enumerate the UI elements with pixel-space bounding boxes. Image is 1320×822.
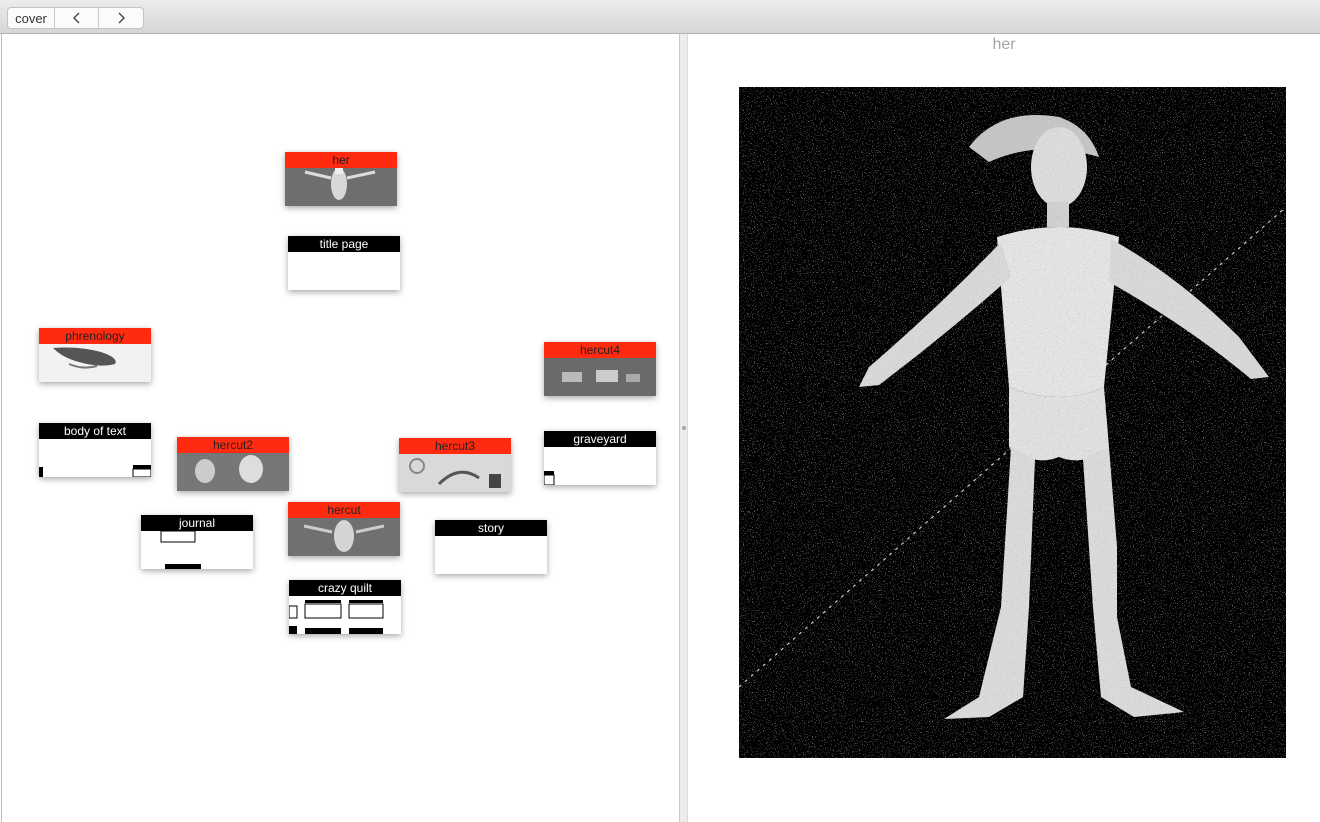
card-body-of-text[interactable]: body of text — [39, 423, 151, 477]
card-thumbnail — [399, 454, 511, 492]
toolbar: cover — [0, 0, 1320, 34]
card-her[interactable]: her — [285, 152, 397, 206]
card-graveyard[interactable]: graveyard — [544, 431, 656, 485]
card-thumbnail — [39, 439, 151, 477]
back-button[interactable] — [55, 8, 99, 28]
card-title: crazy quilt — [289, 580, 401, 596]
card-thumbnail — [544, 358, 656, 396]
card-title: journal — [141, 515, 253, 531]
card-crazy-quilt[interactable]: crazy quilt — [289, 580, 401, 634]
card-title: graveyard — [544, 431, 656, 447]
card-thumbnail — [289, 596, 401, 634]
card-title: hercut4 — [544, 342, 656, 358]
card-title-page[interactable]: title page — [288, 236, 400, 290]
card-story[interactable]: story — [435, 520, 547, 574]
card-title: hercut3 — [399, 438, 511, 454]
card-thumbnail — [544, 447, 656, 485]
card-title: hercut — [288, 502, 400, 518]
card-phrenology[interactable]: phrenology — [39, 328, 151, 382]
forward-button[interactable] — [99, 8, 143, 28]
card-hercut4[interactable]: hercut4 — [544, 342, 656, 396]
card-title: phrenology — [39, 328, 151, 344]
card-title: story — [435, 520, 547, 536]
card-thumbnail — [285, 168, 397, 206]
chevron-left-icon — [72, 12, 79, 24]
card-thumbnail — [177, 453, 289, 491]
card-title: her — [285, 152, 397, 168]
card-title: body of text — [39, 423, 151, 439]
viewer-title: her — [992, 36, 1016, 53]
navigation-group: cover — [7, 7, 144, 29]
card-title: title page — [288, 236, 400, 252]
card-title: hercut2 — [177, 437, 289, 453]
card-hercut[interactable]: hercut — [288, 502, 400, 556]
card-thumbnail — [288, 518, 400, 556]
card-journal[interactable]: journal — [141, 515, 253, 569]
card-thumbnail — [141, 531, 253, 569]
card-hercut3[interactable]: hercut3 — [399, 438, 511, 492]
artwork-image — [739, 87, 1286, 758]
chevron-right-icon — [118, 12, 125, 24]
card-hercut2[interactable]: hercut2 — [177, 437, 289, 491]
map-view[interactable]: her title page phrenology hercut4 body o… — [1, 34, 679, 822]
card-viewer: her — [688, 34, 1320, 822]
divider-handle-icon — [682, 426, 686, 430]
cover-button[interactable]: cover — [8, 8, 55, 28]
split-divider[interactable] — [679, 34, 688, 822]
card-thumbnail — [39, 344, 151, 382]
